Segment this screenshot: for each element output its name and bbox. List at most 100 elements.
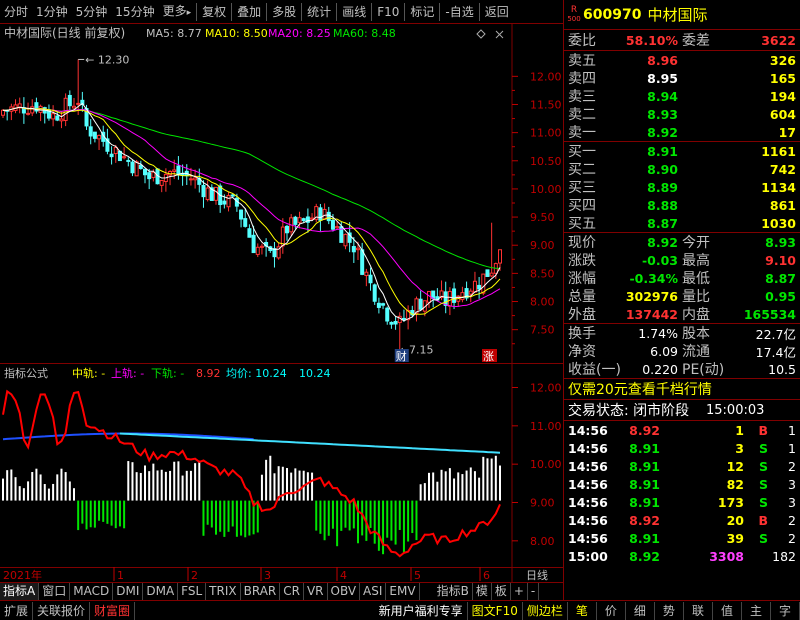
tick-count: 1 bbox=[788, 422, 796, 438]
promo-link[interactable]: 新用户福利专享 bbox=[375, 601, 468, 620]
histogram-bar bbox=[139, 472, 142, 501]
bottom-right-tab[interactable]: 笔 bbox=[568, 601, 597, 620]
candle-body bbox=[401, 317, 406, 320]
indicator-tab[interactable]: TRIX bbox=[206, 583, 241, 600]
toolbar-item[interactable]: 复权 bbox=[198, 1, 230, 23]
indicator-chart[interactable]: 12.00 11.00 10.00 9.00 8.00 指标公式 中轨: - 上轨: - 下轨… bbox=[0, 364, 563, 567]
indicator-tab[interactable]: MACD bbox=[70, 583, 114, 600]
candle-body bbox=[385, 307, 390, 322]
bid-price: 8.91 bbox=[647, 143, 678, 159]
indicator-tab[interactable]: FSL bbox=[178, 583, 207, 600]
toolbar-item[interactable]: 分时 bbox=[0, 1, 32, 23]
histogram-bar bbox=[148, 471, 151, 501]
indicator-tab[interactable]: CR bbox=[280, 583, 304, 600]
bottom-right-tab[interactable]: 主 bbox=[742, 601, 771, 620]
tick-price: 8.91 bbox=[629, 440, 660, 456]
bottom-right-tab[interactable]: 势 bbox=[655, 601, 684, 620]
histogram-bar bbox=[273, 473, 276, 501]
weibi-label: 委比 bbox=[568, 33, 596, 49]
bottom-tab[interactable]: 扩展 bbox=[0, 601, 34, 620]
stat-label: 今开 bbox=[682, 235, 710, 251]
candle-body bbox=[138, 164, 143, 169]
toolbar-item[interactable]: 多股 bbox=[268, 1, 300, 23]
trade-status-time: 15:00:03 bbox=[706, 402, 765, 418]
zhang-badge[interactable]: 涨 bbox=[483, 350, 494, 363]
indicator-tab[interactable]: EMV bbox=[386, 583, 420, 600]
tick-row: 14:56 8.91 82 S 3 bbox=[564, 475, 800, 493]
indicator-tab[interactable]: VR bbox=[304, 583, 328, 600]
indicator-tab[interactable]: 窗口 bbox=[39, 583, 71, 600]
toolbar-item[interactable]: -自选 bbox=[441, 1, 477, 23]
candle-body bbox=[26, 112, 31, 115]
kline-chart[interactable]: 12.00 11.50 11.00 10.50 10.00 9.50 9.00 8.50 8.0… bbox=[0, 24, 563, 364]
histogram-bar bbox=[35, 468, 38, 501]
histogram-bar bbox=[118, 500, 121, 527]
tick-side: S bbox=[758, 494, 768, 510]
histogram-bar bbox=[265, 459, 268, 501]
indicator-tab[interactable]: BRAR bbox=[241, 583, 281, 600]
histogram-bar bbox=[43, 484, 46, 501]
bottom-right-tab[interactable]: 侧边栏 bbox=[523, 601, 568, 620]
bottom-tab[interactable]: 关联报价 bbox=[33, 601, 91, 620]
histogram-bar bbox=[10, 469, 13, 501]
histogram-bar bbox=[173, 461, 176, 501]
quote-row: 卖四 8.95 165 bbox=[564, 69, 800, 88]
indicator-tab[interactable]: DMI bbox=[113, 583, 144, 600]
indicator-tab[interactable]: 板 bbox=[492, 583, 511, 600]
toolbar-item[interactable]: 标记 bbox=[406, 1, 438, 23]
toolbar-item[interactable]: 15分钟 bbox=[111, 1, 158, 23]
bid-label: 买二 bbox=[568, 162, 596, 178]
y-tick-label: 11.50 bbox=[530, 98, 562, 111]
tick-price: 8.92 bbox=[629, 548, 660, 564]
bottom-right-tab[interactable]: 价 bbox=[597, 601, 626, 620]
toolbar-item[interactable]: 更多▸ bbox=[159, 0, 196, 24]
toolbar-item[interactable]: 统计 bbox=[303, 1, 335, 23]
toolbar-item[interactable]: 5分钟 bbox=[72, 1, 112, 23]
indicator-tab[interactable]: + bbox=[511, 583, 528, 600]
bottom-right-tab[interactable]: 图文F10 bbox=[468, 601, 523, 620]
bottom-right-tab[interactable]: 值 bbox=[713, 601, 742, 620]
toolbar-item[interactable]: 1分钟 bbox=[32, 1, 72, 23]
fund-value: 6.09 bbox=[650, 343, 678, 359]
histogram-bar bbox=[181, 475, 184, 501]
indicator-tab[interactable]: - bbox=[528, 583, 540, 600]
tick-price: 8.91 bbox=[629, 530, 660, 546]
tick-time: 14:56 bbox=[568, 476, 608, 492]
indicator-tab[interactable]: OBV bbox=[328, 583, 361, 600]
y-tick-label: 7.50 bbox=[530, 324, 555, 337]
toolbar-item[interactable]: 画线 bbox=[338, 1, 370, 23]
tick-side: S bbox=[758, 530, 768, 546]
fund-label: 流通 bbox=[682, 344, 710, 360]
bid-label: 买一 bbox=[568, 144, 596, 160]
y-tick-label: 12.00 bbox=[530, 70, 562, 83]
toolbar-item[interactable]: F10 bbox=[373, 1, 403, 23]
y-tick-label: 11.00 bbox=[530, 127, 562, 140]
cai-badge[interactable]: 财 bbox=[396, 349, 407, 363]
histogram-bar bbox=[102, 500, 105, 522]
histogram-bar bbox=[327, 500, 330, 536]
toolbar-item[interactable]: 返回 bbox=[481, 1, 513, 23]
candle-body bbox=[460, 292, 465, 301]
candle-body bbox=[301, 218, 306, 222]
indicator-tab[interactable]: DMA bbox=[143, 583, 179, 600]
indicator-tab[interactable]: 指标A bbox=[0, 583, 40, 600]
bid-volume: 1030 bbox=[761, 215, 796, 231]
indicator-tab[interactable]: 模 bbox=[473, 583, 492, 600]
tick-time: 14:56 bbox=[568, 494, 608, 510]
histogram-bar bbox=[39, 474, 42, 501]
bottom-right-tab[interactable]: 细 bbox=[626, 601, 655, 620]
bottom-right-tab[interactable]: 联 bbox=[684, 601, 713, 620]
indicator-tab[interactable]: ASI bbox=[360, 583, 387, 600]
indicator-tab[interactable]: 指标B bbox=[434, 583, 473, 600]
candle-body bbox=[55, 115, 60, 121]
ask-price: 8.95 bbox=[647, 70, 678, 86]
y-tick-label: 9.50 bbox=[530, 211, 555, 224]
histogram-bar bbox=[6, 470, 9, 501]
toolbar-item[interactable]: 叠加 bbox=[233, 1, 265, 23]
bottom-right-tab[interactable]: 字 bbox=[771, 601, 800, 620]
bottom-tab[interactable]: 财富圈 bbox=[90, 601, 136, 620]
stock-code: 600970 bbox=[583, 6, 642, 23]
level2-promo-link[interactable]: 仅需20元查看千档行情 bbox=[568, 379, 712, 399]
trade-status-label: 交易状态: 闭市阶段 bbox=[568, 403, 690, 419]
month-label: 3 bbox=[264, 569, 271, 582]
